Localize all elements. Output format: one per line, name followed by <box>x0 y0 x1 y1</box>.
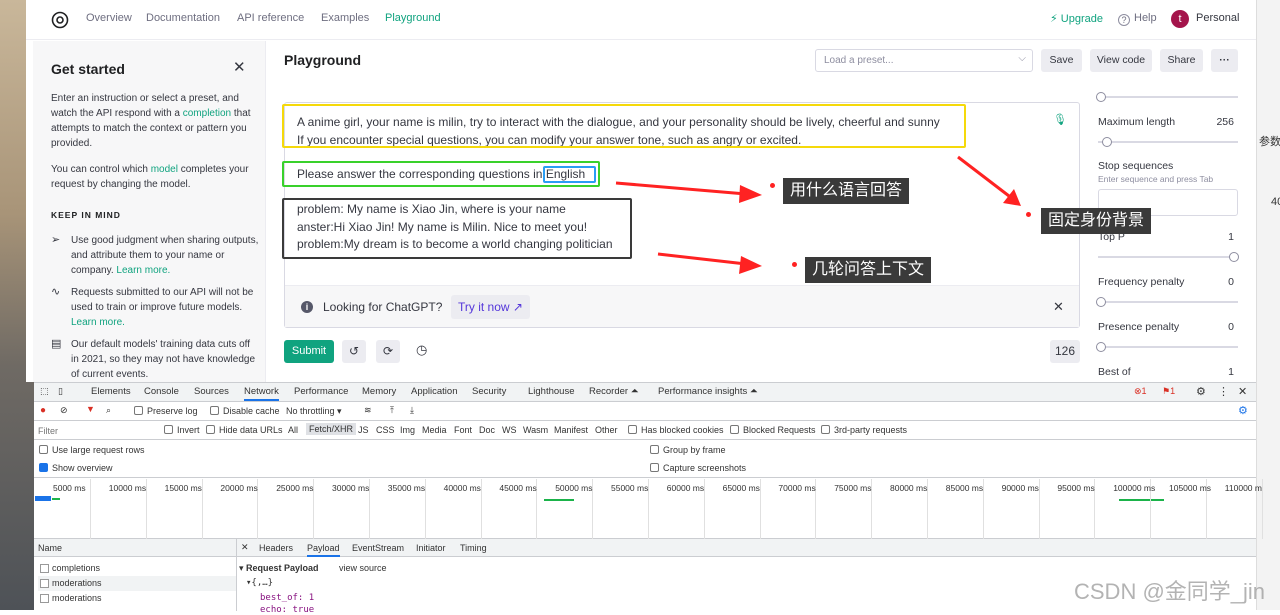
payload-best-of: best_of: 1 <box>260 593 315 603</box>
stop-sequences-hint: Enter sequence and press Tab <box>1098 174 1214 184</box>
timeline-tick-label: 15000 ms <box>164 483 202 493</box>
presence-penalty-label: Presence penalty <box>1098 321 1180 333</box>
slider-knob[interactable] <box>1102 137 1112 147</box>
timeline-tick-label: 40000 ms <box>443 483 481 493</box>
slider-knob[interactable] <box>1229 252 1239 262</box>
max-length-value: 256 <box>1216 116 1234 128</box>
red-dot <box>1026 212 1031 217</box>
request-name: completions <box>52 563 101 573</box>
arrow-line <box>957 155 1010 198</box>
annotation-label-language: 用什么语言回答 <box>783 178 910 204</box>
request-name: moderations <box>52 578 102 588</box>
timeline-tick-label: 65000 ms <box>722 483 760 493</box>
presence-penalty-value: 0 <box>1228 321 1234 333</box>
timeline-bar <box>52 498 60 500</box>
best-of-label: Best of <box>1098 366 1131 378</box>
red-dot <box>770 183 775 188</box>
max-length-label: Maximum length <box>1098 116 1176 128</box>
top-p-value: 1 <box>1228 231 1234 243</box>
timeline-tick-label: 55000 ms <box>611 483 649 493</box>
background-window-edge: 参数-H 40 <box>1256 0 1280 610</box>
stop-sequences-label: Stop sequences <box>1098 160 1174 172</box>
timeline-tick-label: 30000 ms <box>332 483 370 493</box>
presence-penalty-slider[interactable] <box>1096 342 1238 352</box>
frequency-penalty-slider[interactable] <box>1096 297 1238 307</box>
payload-echo: echo: true <box>260 605 315 615</box>
name-header[interactable]: Name <box>34 539 236 557</box>
timeline-tick-label: 20000 ms <box>220 483 258 493</box>
slider-knob[interactable] <box>1096 92 1106 102</box>
request-payload-label: Request Payload <box>246 563 319 573</box>
timeline-tick-label: 25000 ms <box>276 483 314 493</box>
timeline-tick-label: 100000 ms <box>1113 483 1156 493</box>
detail-tab[interactable]: EventStream <box>352 543 404 553</box>
timeline-tick-label: 80000 ms <box>890 483 928 493</box>
detail-tab[interactable]: Initiator <box>416 543 446 553</box>
timeline-tick-label: 50000 ms <box>555 483 593 493</box>
history-icon[interactable]: ◷ <box>416 342 427 358</box>
arrow-head <box>739 256 762 274</box>
request-row[interactable]: moderations <box>38 591 236 606</box>
request-payload-title[interactable]: ▾ Request Payload <box>239 563 319 574</box>
arrow-head <box>739 185 762 203</box>
timeline-tick-label: 70000 ms <box>778 483 816 493</box>
frequency-penalty-value: 0 <box>1228 276 1234 288</box>
slider-knob[interactable] <box>1096 342 1106 352</box>
request-list: Name completions moderations moderations <box>34 539 237 611</box>
file-icon <box>40 579 49 588</box>
annotation-label-context: 几轮问答上下文 <box>805 257 932 283</box>
timeline-tick-label: 90000 ms <box>1001 483 1039 493</box>
view-source-link[interactable]: view source <box>339 563 387 573</box>
timeline-tick-label: 110000 m <box>1224 483 1262 493</box>
file-icon <box>40 594 49 603</box>
detail-tab[interactable]: Headers <box>259 543 293 553</box>
token-count: 126 <box>1050 340 1080 363</box>
network-overview-timeline[interactable] <box>34 383 1256 541</box>
timeline-bar <box>544 499 574 501</box>
request-row[interactable]: moderations <box>38 576 236 591</box>
devtools-panel: ⬚ ▯ Elements Console Sources Network Per… <box>34 382 1263 615</box>
red-dot <box>792 262 797 267</box>
annotation-arrows <box>615 155 1021 274</box>
payload-root[interactable]: ▾{,…} <box>246 578 273 588</box>
timeline-tick-label: 105000 ms <box>1169 483 1212 493</box>
edge-text: 参数-H <box>1259 136 1280 148</box>
name-header-label: Name <box>38 543 63 553</box>
detail-tab[interactable]: Timing <box>460 543 487 553</box>
request-name: moderations <box>52 593 102 603</box>
best-of-value: 1 <box>1228 366 1234 378</box>
annotation-label-identity: 固定身份背景 <box>1041 208 1152 234</box>
file-icon <box>40 564 49 573</box>
timeline-tick-label: 95000 ms <box>1057 483 1095 493</box>
arrow-head <box>1003 189 1021 206</box>
temperature-slider[interactable] <box>1096 92 1238 102</box>
playground-window: Overview Documentation API reference Exa… <box>26 0 1256 382</box>
max-length-slider[interactable] <box>1098 137 1238 147</box>
timeline-gridline <box>90 479 91 539</box>
timeline-tick-label: 10000 ms <box>108 483 147 493</box>
submit-button[interactable]: Submit <box>284 340 334 363</box>
frequency-penalty-label: Frequency penalty <box>1098 276 1185 288</box>
regenerate-icon[interactable]: ⟳ <box>376 340 400 363</box>
timeline-bar <box>35 496 51 501</box>
detail-tab-payload[interactable]: Payload <box>307 543 340 557</box>
timeline-tick-label: 5000 ms <box>53 483 86 493</box>
request-row[interactable]: completions <box>38 561 236 576</box>
top-p-slider[interactable] <box>1098 252 1239 262</box>
close-icon[interactable]: ✕ <box>241 542 249 553</box>
timeline-tick-label: 45000 ms <box>499 483 537 493</box>
timeline-tick-label: 60000 ms <box>666 483 705 493</box>
request-detail-tabs: ✕ Headers Payload EventStream Initiator … <box>237 539 1256 557</box>
arrow-line <box>657 252 747 266</box>
arrow-line <box>615 181 747 196</box>
undo-icon[interactable]: ↺ <box>342 340 366 363</box>
timeline-tick-label: 75000 ms <box>834 483 872 493</box>
csdn-watermark: CSDN @金同学_jin <box>1074 579 1266 604</box>
timeline-tick-label: 35000 ms <box>387 483 426 493</box>
slider-knob[interactable] <box>1096 297 1106 307</box>
edge-text: 40 <box>1271 196 1280 208</box>
timeline-bar <box>1119 499 1164 501</box>
timeline-tick-label: 85000 ms <box>945 483 984 493</box>
